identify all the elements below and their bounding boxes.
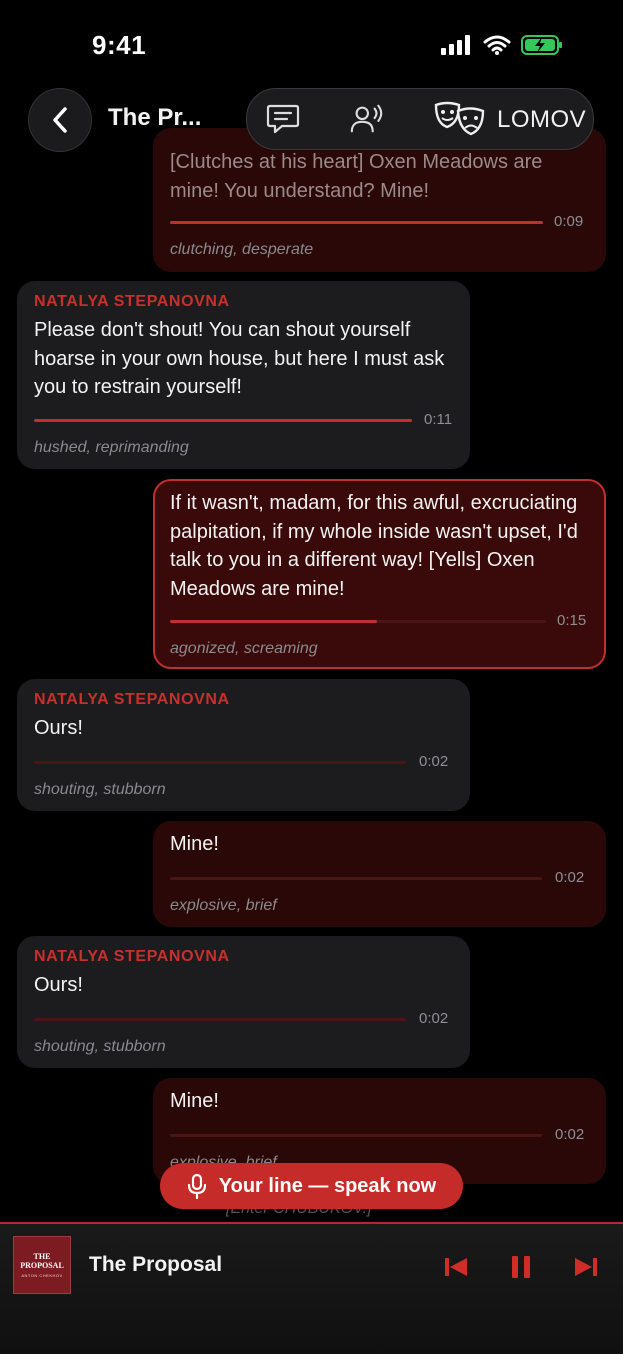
line-duration: 0:15 [557, 612, 587, 629]
emotion-tag: agonized, screaming [170, 640, 318, 657]
status-time: 9:41 [92, 30, 147, 60]
battery-charging-icon [521, 35, 562, 55]
voice-button[interactable] [349, 102, 385, 136]
line-bubble-active[interactable]: If it wasn't, madam, for this awful, exc… [153, 479, 606, 669]
line-duration: 0:02 [419, 1010, 449, 1027]
emotion-tag: shouting, stubborn [34, 781, 166, 798]
skip-back-icon [445, 1258, 467, 1276]
speaking-person-icon [350, 104, 383, 133]
audio-progress-fill [34, 419, 412, 422]
audio-progress-bar[interactable] [170, 1134, 542, 1137]
emotion-tag: shouting, stubborn [34, 1038, 166, 1055]
line-text: If it wasn't, madam, for this awful, exc… [170, 492, 578, 600]
skip-forward-icon [575, 1258, 597, 1276]
back-button[interactable] [28, 88, 92, 152]
status-icons [441, 34, 565, 56]
emotion-tag: hushed, reprimanding [34, 439, 189, 456]
microphone-icon [187, 1173, 206, 1199]
album-art-title: THE PROPOSAL [20, 1252, 64, 1270]
speak-now-label: Your line — speak now [218, 1174, 437, 1197]
emotion-tag: clutching, desperate [170, 241, 314, 258]
emotion-tag: explosive, brief [170, 897, 277, 914]
album-art-subtitle: ANTON CHEKHOV [21, 1273, 63, 1278]
audio-progress-bar[interactable] [170, 620, 546, 623]
cellular-signal-icon [441, 35, 470, 55]
header-controls: LOMOV [246, 88, 594, 150]
audio-progress-bar[interactable] [170, 877, 542, 880]
audio-progress-bar[interactable] [34, 761, 406, 764]
page-title: The Pr... [108, 104, 202, 131]
speaker-name: NATALYA STEPANOVNA [34, 691, 230, 708]
line-duration: 0:02 [555, 1126, 585, 1143]
line-bubble-other[interactable]: NATALYA STEPANOVNA Ours! 0:02 shouting, … [17, 936, 470, 1068]
navigation-header: The Pr... LOMOV [0, 86, 623, 152]
audio-progress-fill [170, 221, 543, 224]
line-duration: 0:11 [424, 411, 453, 428]
line-bubble-other[interactable]: NATALYA STEPANOVNA Please don't shout! Y… [17, 281, 470, 469]
line-duration: 0:02 [419, 753, 449, 770]
chevron-left-icon [53, 107, 67, 133]
audio-progress-bar[interactable] [170, 221, 543, 224]
pause-button[interactable] [505, 1252, 537, 1282]
speaker-name: NATALYA STEPANOVNA [34, 293, 230, 310]
line-text: Mine! [170, 1090, 219, 1112]
audio-progress-fill [170, 620, 377, 623]
line-bubble-own[interactable]: Mine! 0:02 explosive, brief [153, 821, 606, 927]
line-duration: 0:02 [555, 869, 585, 886]
line-text: Mine! [170, 833, 219, 855]
line-text: Ours! [34, 974, 83, 996]
wifi-icon [483, 35, 511, 55]
album-art[interactable]: THE PROPOSAL ANTON CHEKHOV [13, 1236, 71, 1294]
audio-progress-bar[interactable] [34, 1018, 406, 1021]
player-title[interactable]: The Proposal [89, 1253, 222, 1277]
audio-progress-bar[interactable] [34, 419, 412, 422]
line-text: [Clutches at his heart] Oxen Meadows are… [170, 151, 543, 202]
previous-button[interactable] [440, 1252, 472, 1282]
mini-player: THE PROPOSAL ANTON CHEKHOV The Proposal [0, 1222, 623, 1354]
status-bar: 9:41 [0, 0, 623, 90]
line-text: Ours! [34, 717, 83, 739]
theater-masks-icon [434, 101, 485, 136]
speaker-name: NATALYA STEPANOVNA [34, 948, 230, 965]
chat-bubble-icon [266, 104, 300, 134]
role-label[interactable]: LOMOV [497, 106, 586, 134]
speak-now-button[interactable]: Your line — speak now [160, 1163, 463, 1209]
line-duration: 0:09 [554, 213, 584, 230]
pause-icon [512, 1256, 530, 1278]
line-text: Please don't shout! You can shout yourse… [34, 319, 445, 398]
next-button[interactable] [570, 1252, 602, 1282]
transcript-button[interactable] [265, 102, 301, 136]
line-bubble-other[interactable]: NATALYA STEPANOVNA Ours! 0:02 shouting, … [17, 679, 470, 811]
theater-masks-button[interactable] [433, 101, 487, 136]
